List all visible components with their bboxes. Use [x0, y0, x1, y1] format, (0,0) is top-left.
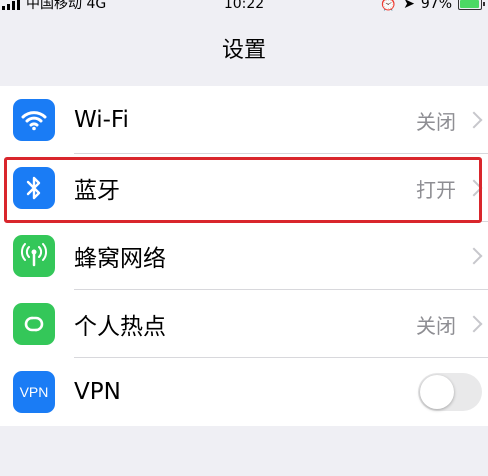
location-icon: ➤ [403, 0, 415, 12]
status-bar: 中国移动 4G 10:22 ⏰ ➤ 97% [0, 0, 488, 18]
battery-percent: 97% [420, 0, 452, 12]
row-bluetooth[interactable]: 蓝牙 打开 [0, 154, 488, 222]
chevron-right-icon [465, 179, 483, 197]
status-right: ⏰ ➤ 97% [379, 0, 485, 12]
row-label: 蓝牙 [74, 178, 120, 204]
row-vpn[interactable]: VPN VPN [0, 358, 488, 426]
bluetooth-icon [13, 167, 55, 209]
row-label: 蜂窝网络 [74, 246, 166, 272]
row-hotspot[interactable]: 个人热点 关闭 [0, 290, 488, 358]
hotspot-icon [13, 303, 55, 345]
page-title: 设置 [221, 38, 266, 63]
chevron-right-icon [465, 111, 483, 129]
row-cellular[interactable]: 蜂窝网络 [0, 222, 488, 290]
vpn-icon-text: VPN [19, 384, 49, 400]
toggle-knob [420, 375, 454, 409]
row-label: VPN [74, 379, 121, 405]
row-value: 关闭 [416, 109, 456, 134]
settings-list: Wi-Fi 关闭 蓝牙 打开 蜂窝网络 个人热点 关闭 VPN VPN [0, 86, 488, 426]
row-label: Wi-Fi [74, 107, 129, 133]
row-label: 个人热点 [74, 314, 166, 340]
vpn-toggle[interactable] [418, 373, 482, 411]
vpn-icon: VPN [13, 371, 55, 413]
alarm-icon: ⏰ [379, 0, 398, 12]
cellular-icon [13, 235, 55, 277]
battery-icon [458, 0, 485, 10]
wifi-icon [13, 99, 55, 141]
chevron-right-icon [465, 247, 483, 265]
row-value: 关闭 [416, 313, 456, 338]
row-wifi[interactable]: Wi-Fi 关闭 [0, 86, 488, 154]
chevron-right-icon [465, 315, 483, 333]
row-value: 打开 [416, 177, 456, 202]
